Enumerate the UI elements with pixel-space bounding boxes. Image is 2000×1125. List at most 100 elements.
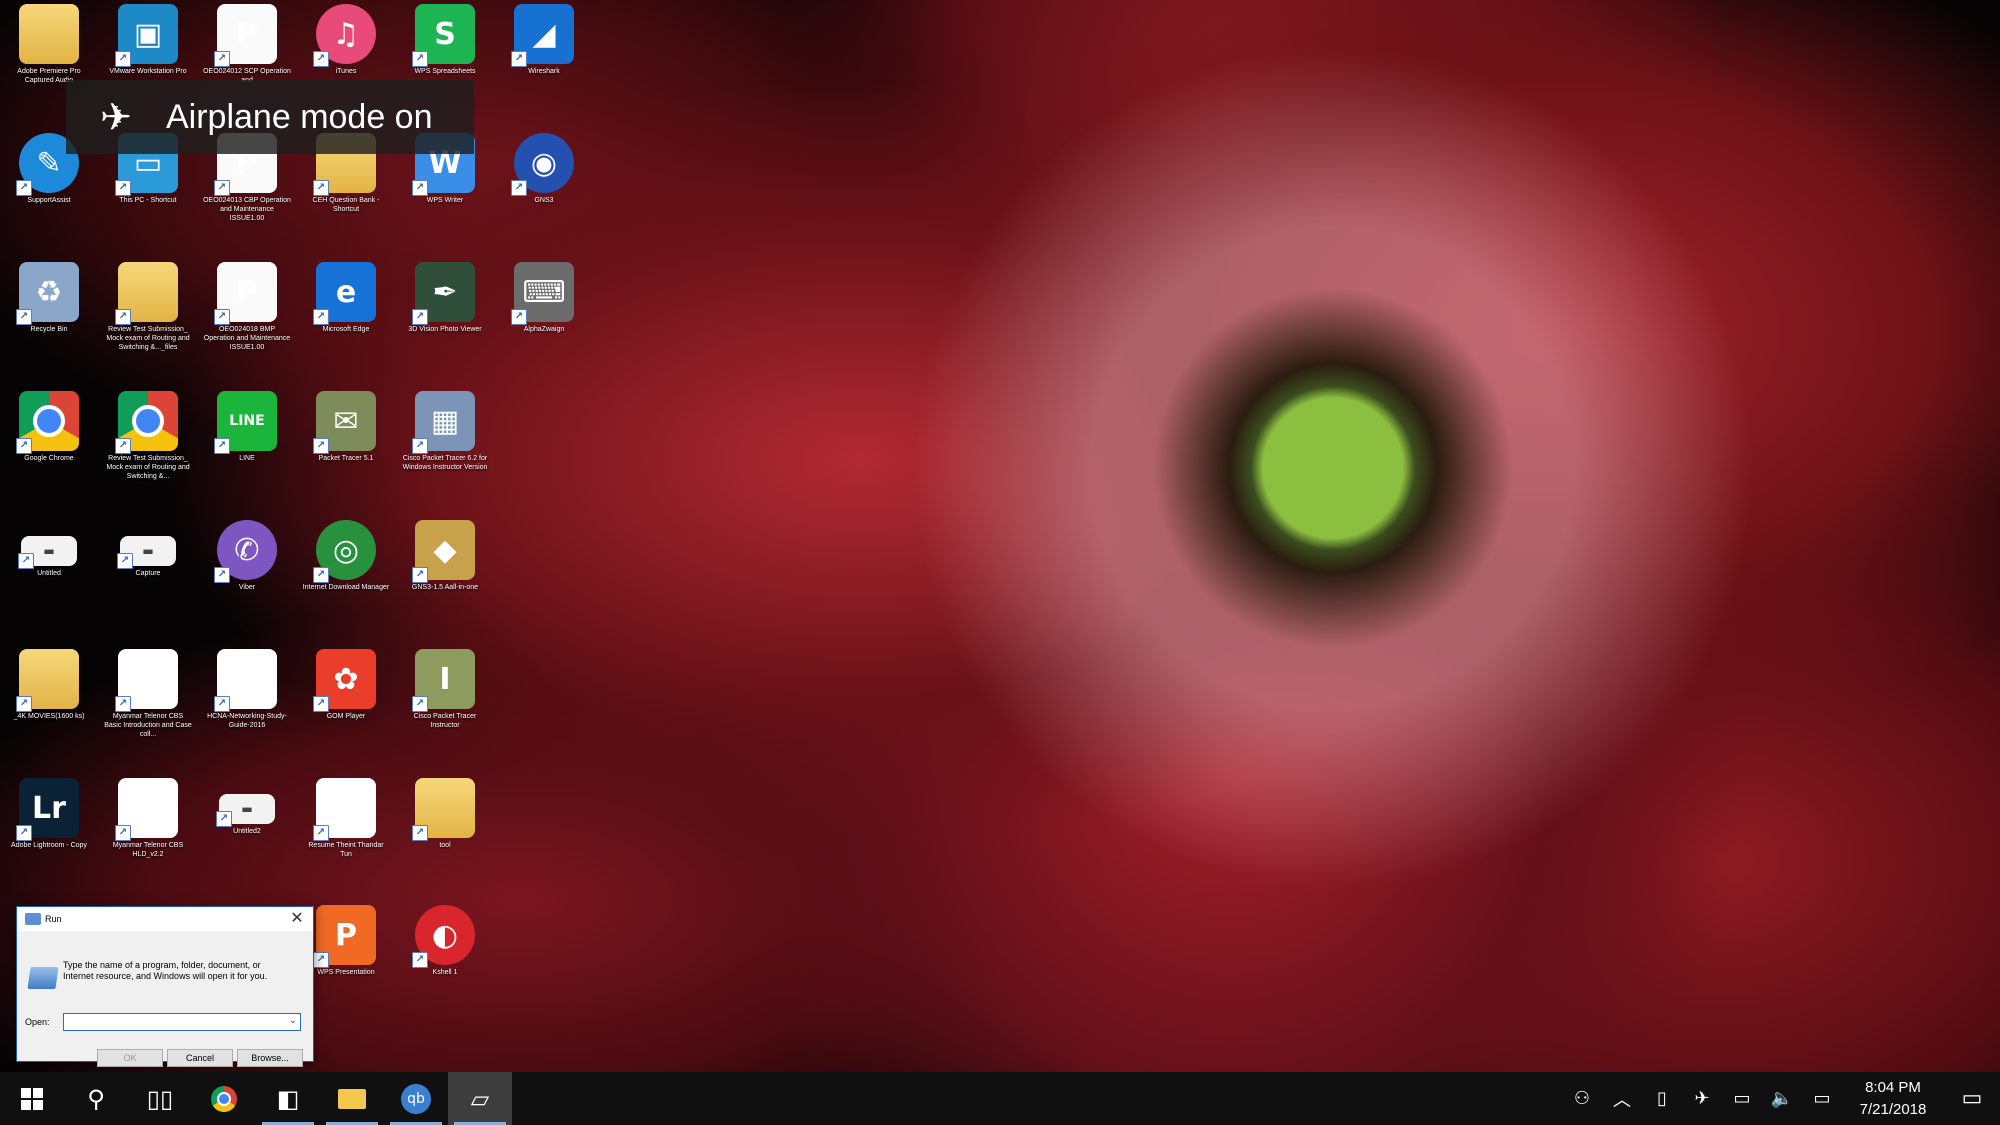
document-icon: W ↗	[115, 649, 178, 712]
desktop-icon[interactable]: ↗ Review Test Submission_ Mock exam of Ro…	[104, 262, 192, 352]
shortcut-arrow-icon: ↗	[313, 180, 329, 196]
desktop-icon[interactable]: I ↗ Cisco Packet Tracer Instructor	[401, 649, 489, 730]
usb-icon[interactable]: ▯	[1642, 1088, 1682, 1109]
show-hidden-icons-icon[interactable]: ︿	[1602, 1086, 1642, 1112]
desktop-icon[interactable]: ▬ ↗ Capture	[104, 520, 192, 578]
shortcut-arrow-icon: ↗	[214, 180, 230, 196]
desktop-icon[interactable]: ↗ _4K MOVIES(1600 ks)	[5, 649, 93, 721]
desktop-icon-label: Capture	[135, 570, 161, 577]
shortcut-arrow-icon: ↗	[115, 696, 131, 712]
shortcut-arrow-icon: ↗	[16, 180, 32, 196]
shortcut-arrow-icon: ↗	[313, 952, 329, 968]
taskbar: ⚲ ▯▯ ◧ qb ▱ ⚇ ︿ ▯ ✈ ▭ 🔈 ▭ 8:04 PM 7/21/2018 ▭	[0, 1072, 2000, 1125]
desktop-icon[interactable]: ✒ ↗ 3D Vision Photo Viewer	[401, 262, 489, 334]
chrome-taskbar-icon[interactable]	[192, 1072, 256, 1125]
desktop-icon[interactable]: ♫ ↗ iTunes	[302, 4, 390, 76]
desktop-icon[interactable]: P↗OEO024012 SCP Operation and	[203, 4, 291, 85]
airplane-mode-icon[interactable]: ✈	[1682, 1088, 1722, 1109]
desktop-icon[interactable]: ◢ ↗ Wireshark	[500, 4, 588, 76]
desktop-icon[interactable]: ↗ Google Chrome	[5, 391, 93, 463]
desktop-icon-label: Cisco Packet Tracer Instructor	[413, 713, 477, 729]
app-icon: ♫ ↗	[313, 4, 376, 67]
shortcut-arrow-icon: ↗	[412, 825, 428, 841]
desktop-icon[interactable]: ◎ ↗ Internet Download Manager	[302, 520, 390, 592]
desktop-icon[interactable]: ▣ ↗ VMware Workstation Pro	[104, 4, 192, 76]
desktop-icon[interactable]: W ↗ Myanmar Telenor CBS Basic Introduction…	[104, 649, 192, 739]
desktop-icon[interactable]: ✿ ↗ GOM Player	[302, 649, 390, 721]
desktop-icon[interactable]: P ↗ OEO024018 BMP Operation and Maintenanc…	[203, 262, 291, 352]
folder-icon: ↗	[412, 778, 475, 841]
desktop-icon[interactable]: W ↗ Resume Theint Thandar Tun	[302, 778, 390, 859]
desktop-icon[interactable]: ◉ ↗ GNS3	[500, 133, 588, 205]
start-button[interactable]	[0, 1072, 64, 1125]
desktop-icon[interactable]: ▬ ↗ Untitled2	[203, 778, 291, 836]
app-icon: ✉ ↗	[313, 391, 376, 454]
volume-icon[interactable]: 🔈	[1762, 1088, 1802, 1109]
desktop-icon-label: Review Test Submission_ Mock exam of Rou…	[106, 455, 190, 480]
desktop-icon-label: Google Chrome	[24, 455, 74, 462]
desktop-icon[interactable]: e ↗ Microsoft Edge	[302, 262, 390, 334]
desktop-icon[interactable]: ✉ ↗ Packet Tracer 5.1	[302, 391, 390, 463]
sticky-notes-icon[interactable]: ◧	[256, 1072, 320, 1125]
shortcut-arrow-icon: ↗	[115, 180, 131, 196]
desktop-icon[interactable]: ↗ Review Test Submission_ Mock exam of Ro…	[104, 391, 192, 481]
desktop-icon[interactable]: ◆ ↗ GNS3-1.5 Aall-in-one	[401, 520, 489, 592]
desktop-icon-label: Myanmar Telenor CBS Basic Introduction a…	[104, 713, 192, 738]
desktop-icon[interactable]: Adobe Premiere Pro Captured Audio	[5, 4, 93, 85]
desktop-icon[interactable]: ◐ ↗ Kshell 1	[401, 905, 489, 977]
run-program-icon	[27, 967, 59, 989]
desktop-icon[interactable]: Lr ↗ Adobe Lightroom - Copy	[5, 778, 93, 850]
desktop-icon[interactable]: ✆ ↗ Viber	[203, 520, 291, 592]
desktop-icon[interactable]: ⌨ ↗ AlphaZwaign	[500, 262, 588, 334]
desktop-icon[interactable]: S ↗ WPS Spreadsheets	[401, 4, 489, 76]
people-icon[interactable]: ⚇	[1562, 1088, 1602, 1109]
input-indicator-icon[interactable]: ▭	[1802, 1088, 1842, 1109]
run-dialog[interactable]: Run ✕ Type the name of a program, folder…	[16, 906, 314, 1067]
desktop-icon[interactable]: ▦ ↗ Cisco Packet Tracer 6.2 for Windows In…	[401, 391, 489, 472]
desktop-icon[interactable]: ↗ tool	[401, 778, 489, 850]
toast-text: Airplane mode on	[166, 97, 433, 136]
desktop-icon-label: OEO024013 CBP Operation and Maintenance …	[203, 197, 291, 222]
shortcut-arrow-icon: ↗	[214, 51, 230, 67]
run-description: Type the name of a program, folder, docu…	[63, 960, 268, 981]
shortcut-arrow-icon: ↗	[16, 696, 32, 712]
shortcut-arrow-icon: ↗	[117, 553, 133, 569]
app-icon: ◉ ↗	[511, 133, 574, 196]
desktop-icon[interactable]: LINE ↗ LINE	[203, 391, 291, 463]
run-taskbar-icon[interactable]: ▱	[448, 1072, 512, 1125]
clock-time: 8:04 PM	[1865, 1078, 1921, 1096]
run-dialog-titlebar[interactable]: Run ✕	[17, 907, 313, 931]
shortcut-arrow-icon: ↗	[214, 567, 230, 583]
desktop-icon[interactable]: ▬ ↗ Untitled	[5, 520, 93, 578]
qbittorrent-icon[interactable]: qb	[384, 1072, 448, 1125]
close-icon[interactable]: ✕	[287, 909, 307, 929]
open-input[interactable]: ⌄	[63, 1013, 301, 1031]
shortcut-arrow-icon: ↗	[115, 309, 131, 325]
desktop-icon[interactable]: pdf ↗ HCNA-Networking-Study-Guide-2016	[203, 649, 291, 730]
battery-icon[interactable]: ▭	[1722, 1088, 1762, 1109]
desktop-icon[interactable]: P ↗ WPS Presentation	[302, 905, 390, 977]
desktop-icon[interactable]: W ↗ Myanmar Telenor CBS HLD_v2.2	[104, 778, 192, 859]
browse-button[interactable]: Browse...	[237, 1049, 303, 1067]
desktop-icon-label: WPS Presentation	[317, 969, 375, 976]
file-explorer-icon[interactable]	[320, 1072, 384, 1125]
clock[interactable]: 8:04 PM 7/21/2018	[1842, 1077, 1944, 1121]
desktop-icon-label: Packet Tracer 5.1	[318, 455, 374, 462]
shortcut-arrow-icon: ↗	[214, 696, 230, 712]
app-icon: ◆ ↗	[412, 520, 475, 583]
system-tray: ⚇ ︿ ▯ ✈ ▭ 🔈 ▭ 8:04 PM 7/21/2018 ▭	[1562, 1072, 2000, 1125]
cancel-button[interactable]: Cancel	[167, 1049, 233, 1067]
desktop-icon-label: Cisco Packet Tracer 6.2 for Windows Inst…	[402, 455, 488, 471]
shortcut-arrow-icon: ↗	[115, 825, 131, 841]
desktop-icon-label: Adobe Lightroom - Copy	[11, 842, 87, 849]
action-center-icon[interactable]: ▭	[1944, 1086, 2000, 1111]
search-icon[interactable]: ⚲	[64, 1072, 128, 1125]
shortcut-arrow-icon: ↗	[412, 952, 428, 968]
chevron-down-icon[interactable]: ⌄	[289, 1015, 297, 1026]
task-view-icon[interactable]: ▯▯	[128, 1072, 192, 1125]
desktop-icon-label: AlphaZwaign	[523, 326, 565, 333]
shortcut-arrow-icon: ↗	[216, 811, 232, 827]
desktop-icon[interactable]: ♻ ↗ Recycle Bin	[5, 262, 93, 334]
ok-button[interactable]: OK	[97, 1049, 163, 1067]
shortcut-arrow-icon: ↗	[313, 825, 329, 841]
